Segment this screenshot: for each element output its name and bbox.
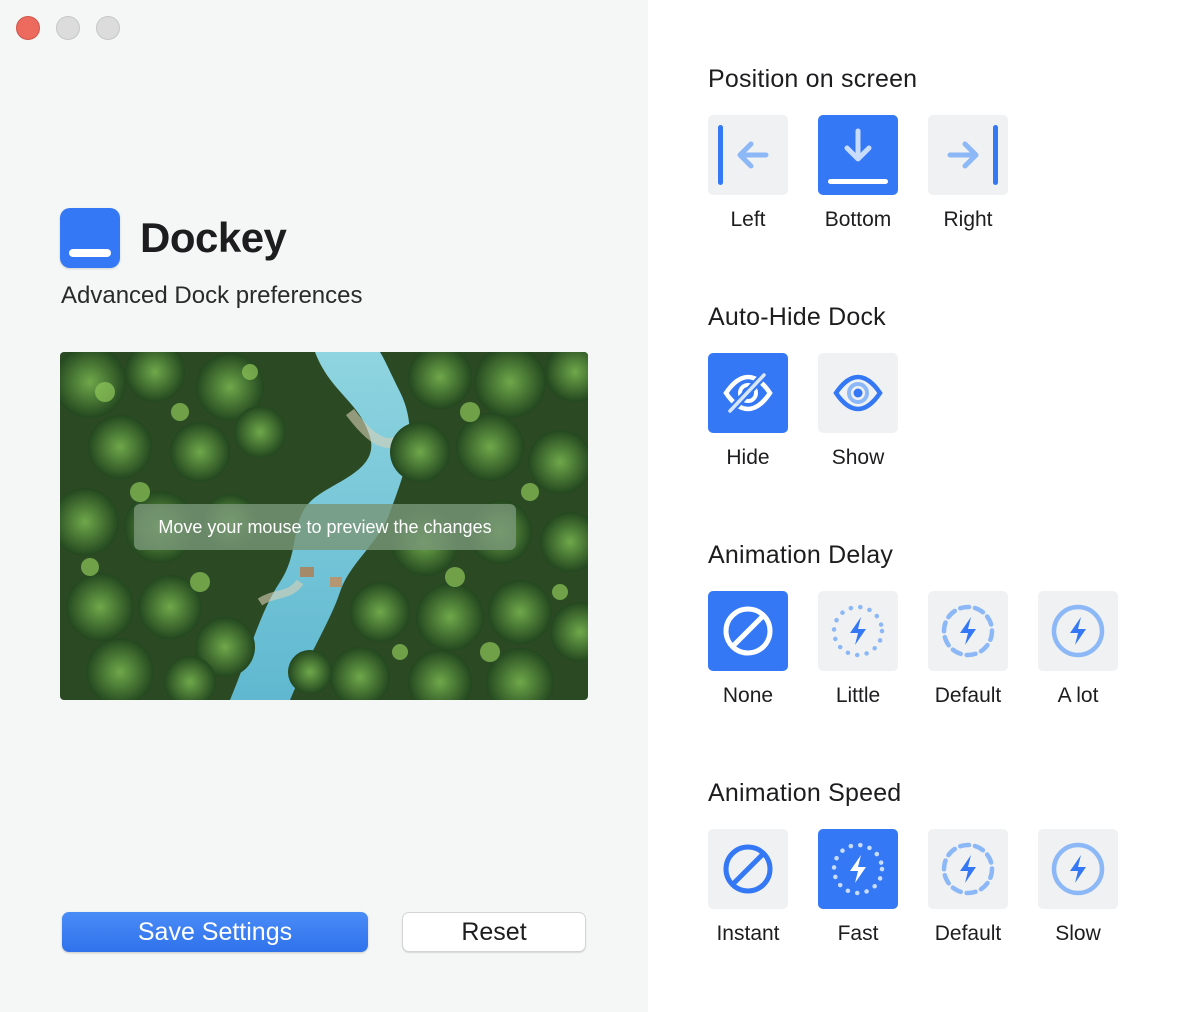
position-label-right: Right <box>943 208 993 231</box>
app-title: Dockey <box>140 214 287 261</box>
bolt-circle-icon[interactable] <box>1038 829 1118 909</box>
delay-option-little[interactable]: Little <box>818 591 898 709</box>
autohide-label-hide: Hide <box>726 446 770 469</box>
position-label-bottom: Bottom <box>824 208 892 231</box>
minimize-window-button[interactable] <box>56 16 80 40</box>
app-subtitle: Advanced Dock preferences <box>61 282 363 309</box>
speed-label-slow: Slow <box>1055 922 1101 945</box>
app-header: Dockey <box>60 208 287 268</box>
dock-left-icon[interactable] <box>708 115 788 195</box>
speed-options: Instant Fast Default Slow <box>708 829 1148 947</box>
speed-label-instant: Instant <box>716 922 780 945</box>
delay-option-default[interactable]: Default <box>928 591 1008 709</box>
preview-image[interactable]: Move your mouse to preview the changes <box>60 352 588 700</box>
window-controls <box>16 16 120 40</box>
eye-slash-icon[interactable] <box>708 353 788 433</box>
position-option-right[interactable]: Right <box>928 115 1008 233</box>
dockey-window: Dockey Advanced Dock preferences Move yo… <box>0 0 1178 1012</box>
dock-right-icon[interactable] <box>928 115 1008 195</box>
close-window-button[interactable] <box>16 16 40 40</box>
speed-option-default[interactable]: Default <box>928 829 1008 947</box>
prohibited-icon[interactable] <box>708 591 788 671</box>
dock-bottom-icon[interactable] <box>818 115 898 195</box>
dock-app-icon <box>60 208 120 268</box>
position-options: Left Bottom Right <box>708 115 1038 233</box>
settings-pane: Position on screen Left Bottom Right Aut… <box>648 0 1178 1012</box>
bolt-dashed-circle-icon[interactable] <box>928 591 1008 671</box>
autohide-title: Auto-Hide Dock <box>708 303 886 331</box>
save-settings-button[interactable]: Save Settings <box>62 912 368 952</box>
delay-title: Animation Delay <box>708 541 894 569</box>
speed-label-fast: Fast <box>837 922 879 945</box>
bolt-dotted-circle-icon[interactable] <box>818 829 898 909</box>
speed-option-slow[interactable]: Slow <box>1038 829 1118 947</box>
prohibited-icon[interactable] <box>708 829 788 909</box>
autohide-option-hide[interactable]: Hide <box>708 353 788 471</box>
sidebar-pane: Dockey Advanced Dock preferences Move yo… <box>0 0 648 1012</box>
autohide-option-show[interactable]: Show <box>818 353 898 471</box>
delay-label-little: Little <box>835 684 881 707</box>
delay-option-none[interactable]: None <box>708 591 788 709</box>
zoom-window-button[interactable] <box>96 16 120 40</box>
preview-hint: Move your mouse to preview the changes <box>134 504 516 550</box>
delay-label-default: Default <box>934 684 1002 707</box>
speed-option-instant[interactable]: Instant <box>708 829 788 947</box>
autohide-options: Hide Show <box>708 353 928 471</box>
speed-title: Animation Speed <box>708 779 902 807</box>
delay-label-alot: A lot <box>1057 684 1099 707</box>
speed-label-default: Default <box>934 922 1002 945</box>
reset-button[interactable]: Reset <box>402 912 586 952</box>
speed-option-fast[interactable]: Fast <box>818 829 898 947</box>
position-option-bottom[interactable]: Bottom <box>818 115 898 233</box>
bolt-dashed-circle-icon[interactable] <box>928 829 1008 909</box>
position-label-left: Left <box>730 208 766 231</box>
bolt-dotted-circle-icon[interactable] <box>818 591 898 671</box>
eye-icon[interactable] <box>818 353 898 433</box>
autohide-label-show: Show <box>831 446 885 469</box>
delay-label-none: None <box>722 684 774 707</box>
bolt-circle-icon[interactable] <box>1038 591 1118 671</box>
position-title: Position on screen <box>708 65 918 93</box>
delay-option-alot[interactable]: A lot <box>1038 591 1118 709</box>
delay-options: None Little Default A lot <box>708 591 1148 709</box>
position-option-left[interactable]: Left <box>708 115 788 233</box>
